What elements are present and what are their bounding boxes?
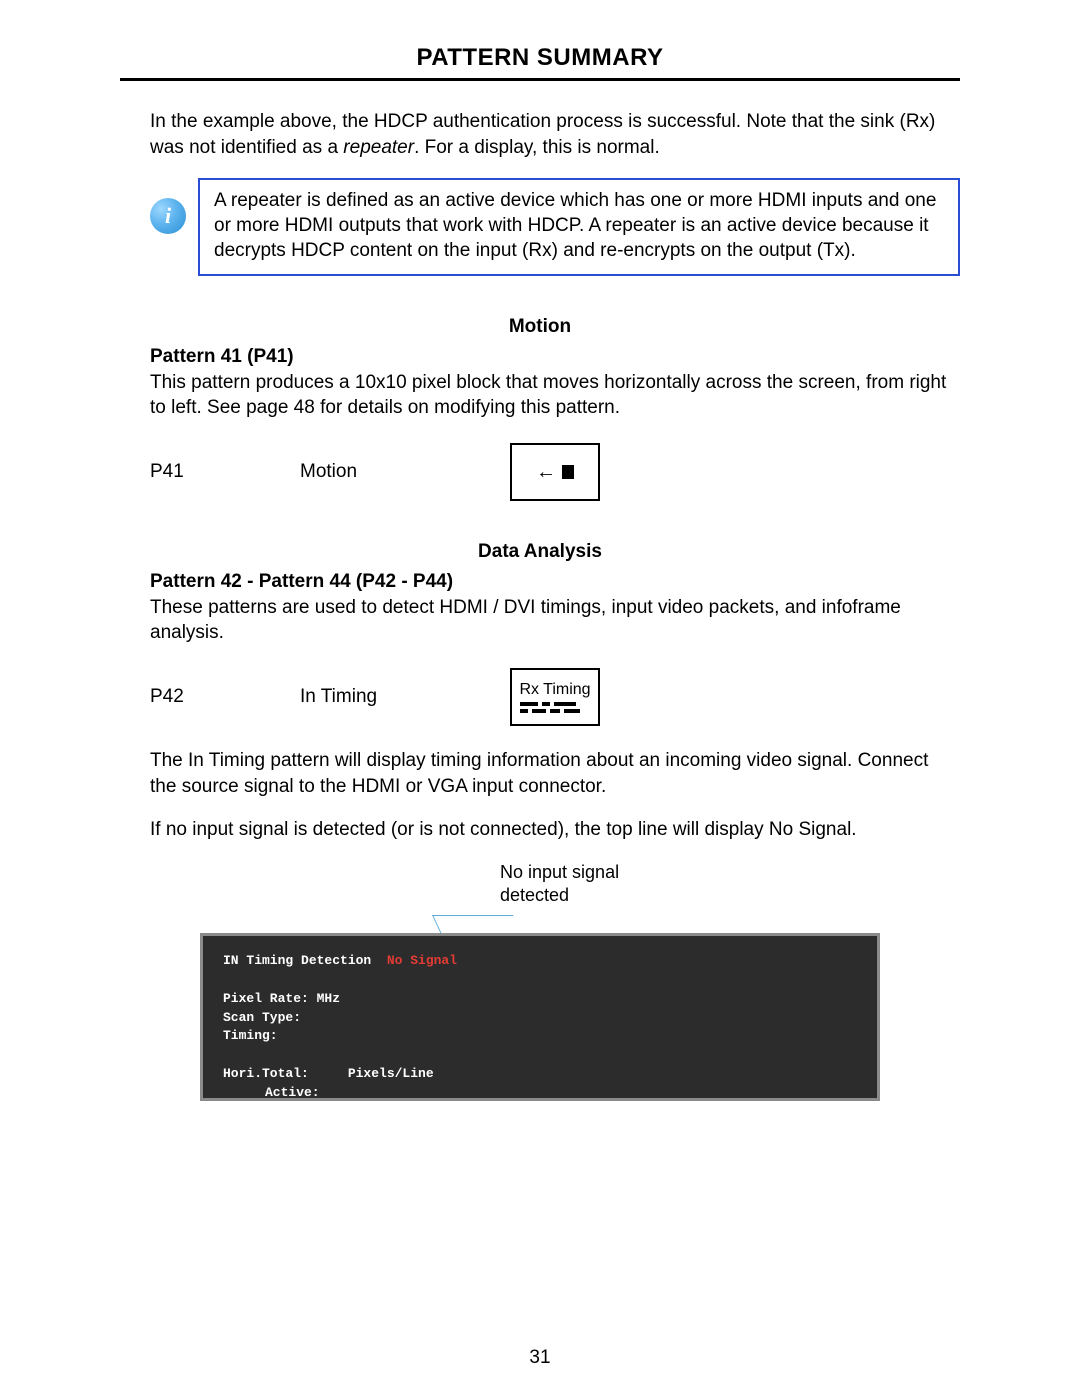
terminal-screenshot: IN Timing Detection No Signal Pixel Rate… — [200, 933, 880, 1101]
black-square-icon — [562, 465, 574, 479]
term-line-5: Hori.Total: Pixels/Line — [223, 1066, 434, 1081]
intro-text: In the example above, the HDCP authentic… — [150, 109, 950, 160]
page-title: PATTERN SUMMARY — [120, 44, 960, 72]
term-line-6: Active: — [223, 1084, 320, 1101]
arrow-left-icon: ← — [536, 462, 556, 482]
thumb-motion: ← — [510, 443, 600, 501]
intro-em: repeater — [343, 137, 414, 158]
annotation-line2: detected — [500, 885, 569, 905]
term-line-1a: IN Timing Detection — [223, 953, 387, 968]
info-callout: i A repeater is defined as an active dev… — [150, 178, 960, 275]
in-timing-para1: The In Timing pattern will display timin… — [150, 748, 950, 799]
annotation-line1: No input signal — [500, 862, 619, 882]
term-line-3: Scan Type: — [223, 1010, 301, 1025]
term-line-2: Pixel Rate: MHz — [223, 991, 340, 1006]
thumb-rx-pattern-icon — [520, 702, 590, 713]
page-number: 31 — [0, 1347, 1080, 1369]
callout-box: A repeater is defined as an active devic… — [198, 178, 960, 275]
row-p41: P41 Motion ← — [150, 443, 960, 501]
row-label: In Timing — [300, 686, 510, 708]
term-no-signal: No Signal — [387, 953, 457, 968]
title-rule — [120, 78, 960, 81]
term-line-4: Timing: — [223, 1028, 278, 1043]
thumb-rx-timing: Rx Timing — [510, 668, 600, 726]
row-label: Motion — [300, 461, 510, 483]
annotation-text: No input signal detected — [500, 861, 619, 906]
row-code: P41 — [150, 461, 300, 483]
section-heading-data-analysis: Data Analysis — [120, 541, 960, 563]
intro-part-b: . For a display, this is normal. — [414, 137, 660, 158]
info-icon: i — [150, 198, 186, 234]
in-timing-para2: If no input signal is detected (or is no… — [150, 817, 950, 843]
thumb-rx-label: Rx Timing — [519, 682, 590, 698]
pattern-head-p41: Pattern 41 (P41) — [150, 346, 960, 368]
row-code: P42 — [150, 686, 300, 708]
section-heading-motion: Motion — [120, 316, 960, 338]
motion-desc: This pattern produces a 10x10 pixel bloc… — [150, 370, 950, 421]
data-analysis-desc: These patterns are used to detect HDMI /… — [150, 595, 950, 646]
row-p42: P42 In Timing Rx Timing — [150, 668, 960, 726]
pattern-head-p42-44: Pattern 42 - Pattern 44 (P42 - P44) — [150, 571, 960, 593]
